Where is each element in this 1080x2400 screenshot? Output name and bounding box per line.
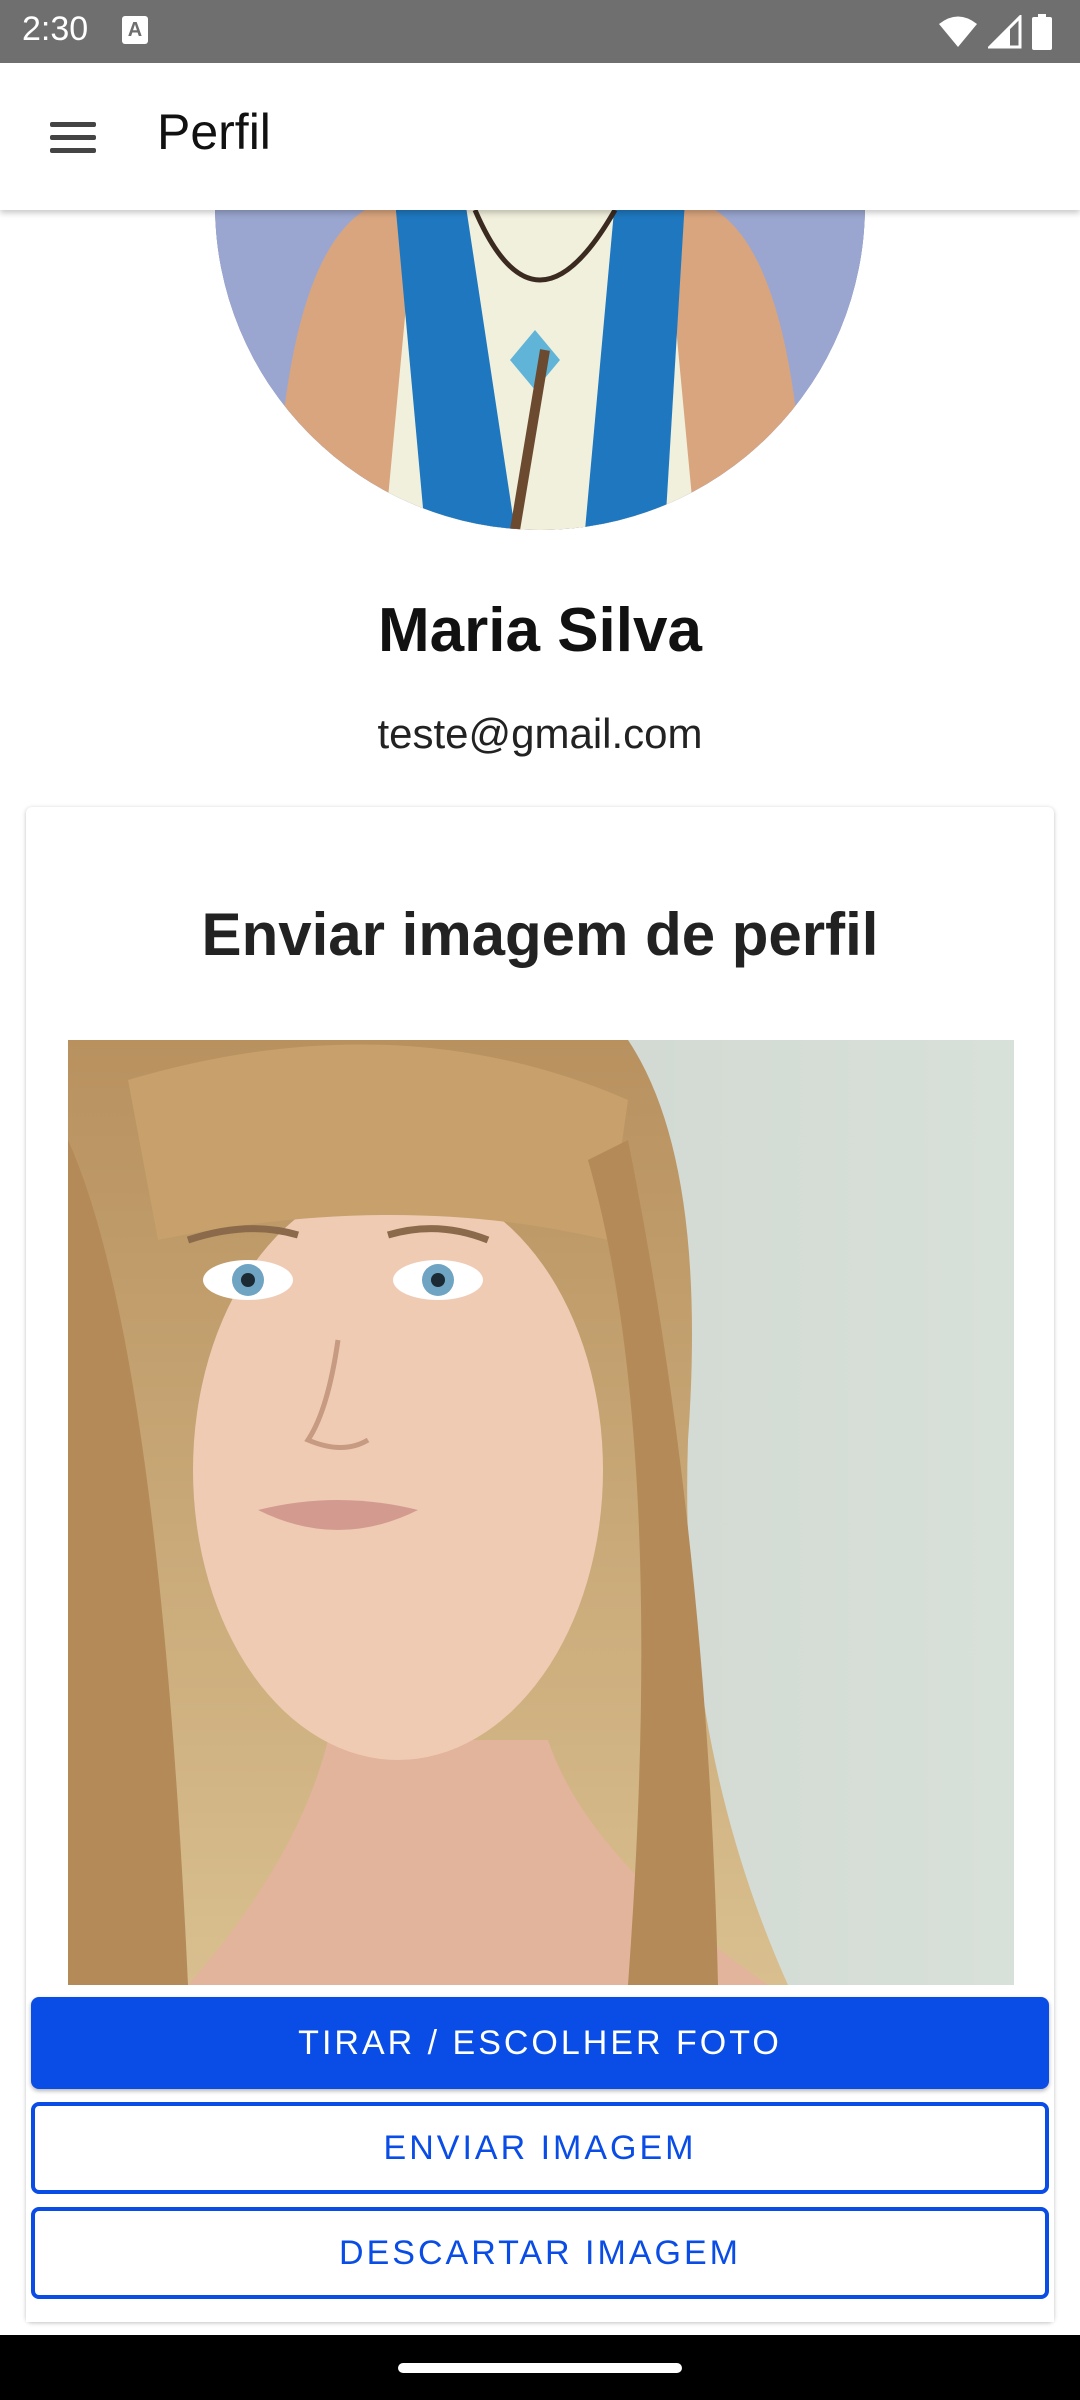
upload-card-title: Enviar imagem de perfil [201, 901, 879, 968]
send-image-button[interactable]: ENVIAR IMAGEM [31, 2102, 1049, 2194]
system-nav-bar [0, 2335, 1080, 2400]
battery-icon [1032, 14, 1052, 50]
signal-icon [988, 15, 1022, 49]
app-bar: Perfil [0, 63, 1080, 210]
hamburger-menu-icon[interactable] [40, 107, 106, 167]
selected-photo-preview [68, 1040, 1014, 1985]
upload-card: Enviar imagem de perfil TIRAR / ESCOLHER… [26, 807, 1054, 2322]
take-choose-photo-button[interactable]: TIRAR / ESCOLHER FOTO [31, 1997, 1049, 2089]
status-time: 2:30 [22, 10, 89, 48]
notification-icon: A [122, 16, 148, 44]
profile-avatar [215, 210, 865, 530]
action-buttons: TIRAR / ESCOLHER FOTO ENVIAR IMAGEM DESC… [26, 1985, 1054, 2322]
home-gesture-handle[interactable] [398, 2363, 682, 2373]
status-bar: 2:30 A [0, 0, 1080, 63]
page-title: Perfil [157, 104, 271, 160]
status-icons [938, 12, 1052, 52]
wifi-icon [939, 16, 977, 47]
main-content[interactable]: Maria Silva teste@gmail.com Enviar image… [0, 210, 1080, 2335]
discard-image-button[interactable]: DESCARTAR IMAGEM [31, 2207, 1049, 2299]
profile-email: teste@gmail.com [377, 710, 703, 757]
profile-name: Maria Silva [378, 596, 702, 665]
